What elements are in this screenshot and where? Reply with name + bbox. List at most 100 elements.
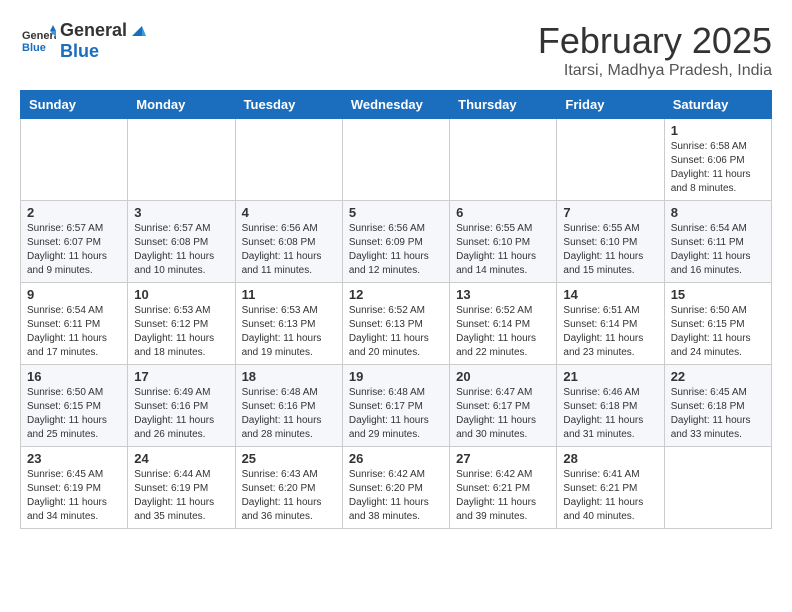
weekday-header-row: SundayMondayTuesdayWednesdayThursdayFrid… bbox=[21, 91, 772, 119]
day-number: 23 bbox=[27, 451, 121, 466]
day-info: Sunrise: 6:42 AM Sunset: 6:20 PM Dayligh… bbox=[349, 468, 443, 524]
calendar-cell: 5 Sunrise: 6:56 AM Sunset: 6:09 PM Daylig… bbox=[342, 201, 449, 283]
day-info: Sunrise: 6:47 AM Sunset: 6:17 PM Dayligh… bbox=[456, 386, 550, 442]
calendar-cell: 11 Sunrise: 6:53 AM Sunset: 6:13 PM Dayli… bbox=[235, 283, 342, 365]
calendar-cell: 17 Sunrise: 6:49 AM Sunset: 6:16 PM Dayli… bbox=[128, 365, 235, 447]
calendar-cell: 12 Sunrise: 6:52 AM Sunset: 6:13 PM Dayli… bbox=[342, 283, 449, 365]
day-number: 10 bbox=[134, 287, 228, 302]
calendar-cell: 25 Sunrise: 6:43 AM Sunset: 6:20 PM Dayli… bbox=[235, 447, 342, 529]
day-number: 24 bbox=[134, 451, 228, 466]
day-info: Sunrise: 6:52 AM Sunset: 6:14 PM Dayligh… bbox=[456, 304, 550, 360]
weekday-header-saturday: Saturday bbox=[664, 91, 771, 119]
calendar-cell: 22 Sunrise: 6:45 AM Sunset: 6:18 PM Dayli… bbox=[664, 365, 771, 447]
calendar-cell: 28 Sunrise: 6:41 AM Sunset: 6:21 PM Dayli… bbox=[557, 447, 664, 529]
calendar-cell bbox=[235, 119, 342, 201]
day-info: Sunrise: 6:43 AM Sunset: 6:20 PM Dayligh… bbox=[242, 468, 336, 524]
day-info: Sunrise: 6:52 AM Sunset: 6:13 PM Dayligh… bbox=[349, 304, 443, 360]
calendar-cell: 15 Sunrise: 6:50 AM Sunset: 6:15 PM Dayli… bbox=[664, 283, 771, 365]
day-info: Sunrise: 6:50 AM Sunset: 6:15 PM Dayligh… bbox=[671, 304, 765, 360]
week-row-1: 1Sunrise: 6:58 AM Sunset: 6:06 PM Daylig… bbox=[21, 119, 772, 201]
weekday-header-wednesday: Wednesday bbox=[342, 91, 449, 119]
day-info: Sunrise: 6:45 AM Sunset: 6:19 PM Dayligh… bbox=[27, 468, 121, 524]
day-number: 16 bbox=[27, 369, 121, 384]
logo: General Blue General Blue bbox=[20, 20, 147, 62]
day-number: 15 bbox=[671, 287, 765, 302]
calendar-table: SundayMondayTuesdayWednesdayThursdayFrid… bbox=[20, 90, 772, 529]
weekday-header-monday: Monday bbox=[128, 91, 235, 119]
logo-blue-text: Blue bbox=[60, 41, 99, 61]
day-number: 22 bbox=[671, 369, 765, 384]
day-number: 20 bbox=[456, 369, 550, 384]
calendar-cell: 21Sunrise: 6:46 AM Sunset: 6:18 PM Dayli… bbox=[557, 365, 664, 447]
day-number: 8 bbox=[671, 205, 765, 220]
calendar-cell: 14 Sunrise: 6:51 AM Sunset: 6:14 PM Dayli… bbox=[557, 283, 664, 365]
calendar-cell: 18Sunrise: 6:48 AM Sunset: 6:16 PM Dayli… bbox=[235, 365, 342, 447]
day-info: Sunrise: 6:57 AM Sunset: 6:08 PM Dayligh… bbox=[134, 222, 228, 278]
calendar-cell: 24 Sunrise: 6:44 AM Sunset: 6:19 PM Dayli… bbox=[128, 447, 235, 529]
day-number: 14 bbox=[563, 287, 657, 302]
day-number: 27 bbox=[456, 451, 550, 466]
svg-text:Blue: Blue bbox=[22, 42, 46, 54]
day-number: 18 bbox=[242, 369, 336, 384]
day-number: 5 bbox=[349, 205, 443, 220]
day-info: Sunrise: 6:44 AM Sunset: 6:19 PM Dayligh… bbox=[134, 468, 228, 524]
day-info: Sunrise: 6:42 AM Sunset: 6:21 PM Dayligh… bbox=[456, 468, 550, 524]
week-row-3: 9Sunrise: 6:54 AM Sunset: 6:11 PM Daylig… bbox=[21, 283, 772, 365]
day-info: Sunrise: 6:54 AM Sunset: 6:11 PM Dayligh… bbox=[671, 222, 765, 278]
calendar-cell bbox=[342, 119, 449, 201]
title-area: February 2025 Itarsi, Madhya Pradesh, In… bbox=[538, 20, 772, 80]
day-info: Sunrise: 6:56 AM Sunset: 6:09 PM Dayligh… bbox=[349, 222, 443, 278]
day-number: 19 bbox=[349, 369, 443, 384]
day-number: 28 bbox=[563, 451, 657, 466]
day-info: Sunrise: 6:41 AM Sunset: 6:21 PM Dayligh… bbox=[563, 468, 657, 524]
day-number: 12 bbox=[349, 287, 443, 302]
location-title: Itarsi, Madhya Pradesh, India bbox=[538, 62, 772, 80]
week-row-2: 2Sunrise: 6:57 AM Sunset: 6:07 PM Daylig… bbox=[21, 201, 772, 283]
weekday-header-friday: Friday bbox=[557, 91, 664, 119]
day-number: 17 bbox=[134, 369, 228, 384]
day-number: 11 bbox=[242, 287, 336, 302]
weekday-header-tuesday: Tuesday bbox=[235, 91, 342, 119]
day-info: Sunrise: 6:49 AM Sunset: 6:16 PM Dayligh… bbox=[134, 386, 228, 442]
day-info: Sunrise: 6:53 AM Sunset: 6:12 PM Dayligh… bbox=[134, 304, 228, 360]
day-info: Sunrise: 6:50 AM Sunset: 6:15 PM Dayligh… bbox=[27, 386, 121, 442]
day-info: Sunrise: 6:48 AM Sunset: 6:17 PM Dayligh… bbox=[349, 386, 443, 442]
calendar-cell bbox=[128, 119, 235, 201]
day-info: Sunrise: 6:58 AM Sunset: 6:06 PM Dayligh… bbox=[671, 140, 765, 196]
header: General Blue General Blue February 2025 … bbox=[20, 20, 772, 80]
day-info: Sunrise: 6:57 AM Sunset: 6:07 PM Dayligh… bbox=[27, 222, 121, 278]
calendar-cell bbox=[557, 119, 664, 201]
day-number: 7 bbox=[563, 205, 657, 220]
logo-icon: General Blue bbox=[20, 23, 56, 59]
calendar-cell bbox=[21, 119, 128, 201]
day-number: 3 bbox=[134, 205, 228, 220]
calendar-cell: 20 Sunrise: 6:47 AM Sunset: 6:17 PM Dayli… bbox=[450, 365, 557, 447]
calendar-cell bbox=[664, 447, 771, 529]
calendar-cell: 10 Sunrise: 6:53 AM Sunset: 6:12 PM Dayli… bbox=[128, 283, 235, 365]
month-title: February 2025 bbox=[538, 20, 772, 62]
week-row-4: 16 Sunrise: 6:50 AM Sunset: 6:15 PM Dayli… bbox=[21, 365, 772, 447]
day-info: Sunrise: 6:45 AM Sunset: 6:18 PM Dayligh… bbox=[671, 386, 765, 442]
day-info: Sunrise: 6:51 AM Sunset: 6:14 PM Dayligh… bbox=[563, 304, 657, 360]
calendar-cell: 1Sunrise: 6:58 AM Sunset: 6:06 PM Daylig… bbox=[664, 119, 771, 201]
calendar-cell: 9Sunrise: 6:54 AM Sunset: 6:11 PM Daylig… bbox=[21, 283, 128, 365]
day-info: Sunrise: 6:55 AM Sunset: 6:10 PM Dayligh… bbox=[456, 222, 550, 278]
calendar-cell: 4Sunrise: 6:56 AM Sunset: 6:08 PM Daylig… bbox=[235, 201, 342, 283]
calendar-cell: 6Sunrise: 6:55 AM Sunset: 6:10 PM Daylig… bbox=[450, 201, 557, 283]
calendar-cell: 3 Sunrise: 6:57 AM Sunset: 6:08 PM Daylig… bbox=[128, 201, 235, 283]
weekday-header-thursday: Thursday bbox=[450, 91, 557, 119]
calendar-cell: 23 Sunrise: 6:45 AM Sunset: 6:19 PM Dayli… bbox=[21, 447, 128, 529]
day-number: 25 bbox=[242, 451, 336, 466]
week-row-5: 23 Sunrise: 6:45 AM Sunset: 6:19 PM Dayli… bbox=[21, 447, 772, 529]
calendar-cell: 8 Sunrise: 6:54 AM Sunset: 6:11 PM Daylig… bbox=[664, 201, 771, 283]
calendar-cell: 2Sunrise: 6:57 AM Sunset: 6:07 PM Daylig… bbox=[21, 201, 128, 283]
calendar-cell: 26Sunrise: 6:42 AM Sunset: 6:20 PM Dayli… bbox=[342, 447, 449, 529]
calendar-cell bbox=[450, 119, 557, 201]
day-info: Sunrise: 6:53 AM Sunset: 6:13 PM Dayligh… bbox=[242, 304, 336, 360]
logo-general-text: General bbox=[60, 20, 127, 41]
calendar-cell: 19 Sunrise: 6:48 AM Sunset: 6:17 PM Dayli… bbox=[342, 365, 449, 447]
calendar-cell: 16 Sunrise: 6:50 AM Sunset: 6:15 PM Dayli… bbox=[21, 365, 128, 447]
logo-triangle-icon bbox=[128, 22, 146, 40]
day-info: Sunrise: 6:55 AM Sunset: 6:10 PM Dayligh… bbox=[563, 222, 657, 278]
calendar-cell: 27 Sunrise: 6:42 AM Sunset: 6:21 PM Dayli… bbox=[450, 447, 557, 529]
